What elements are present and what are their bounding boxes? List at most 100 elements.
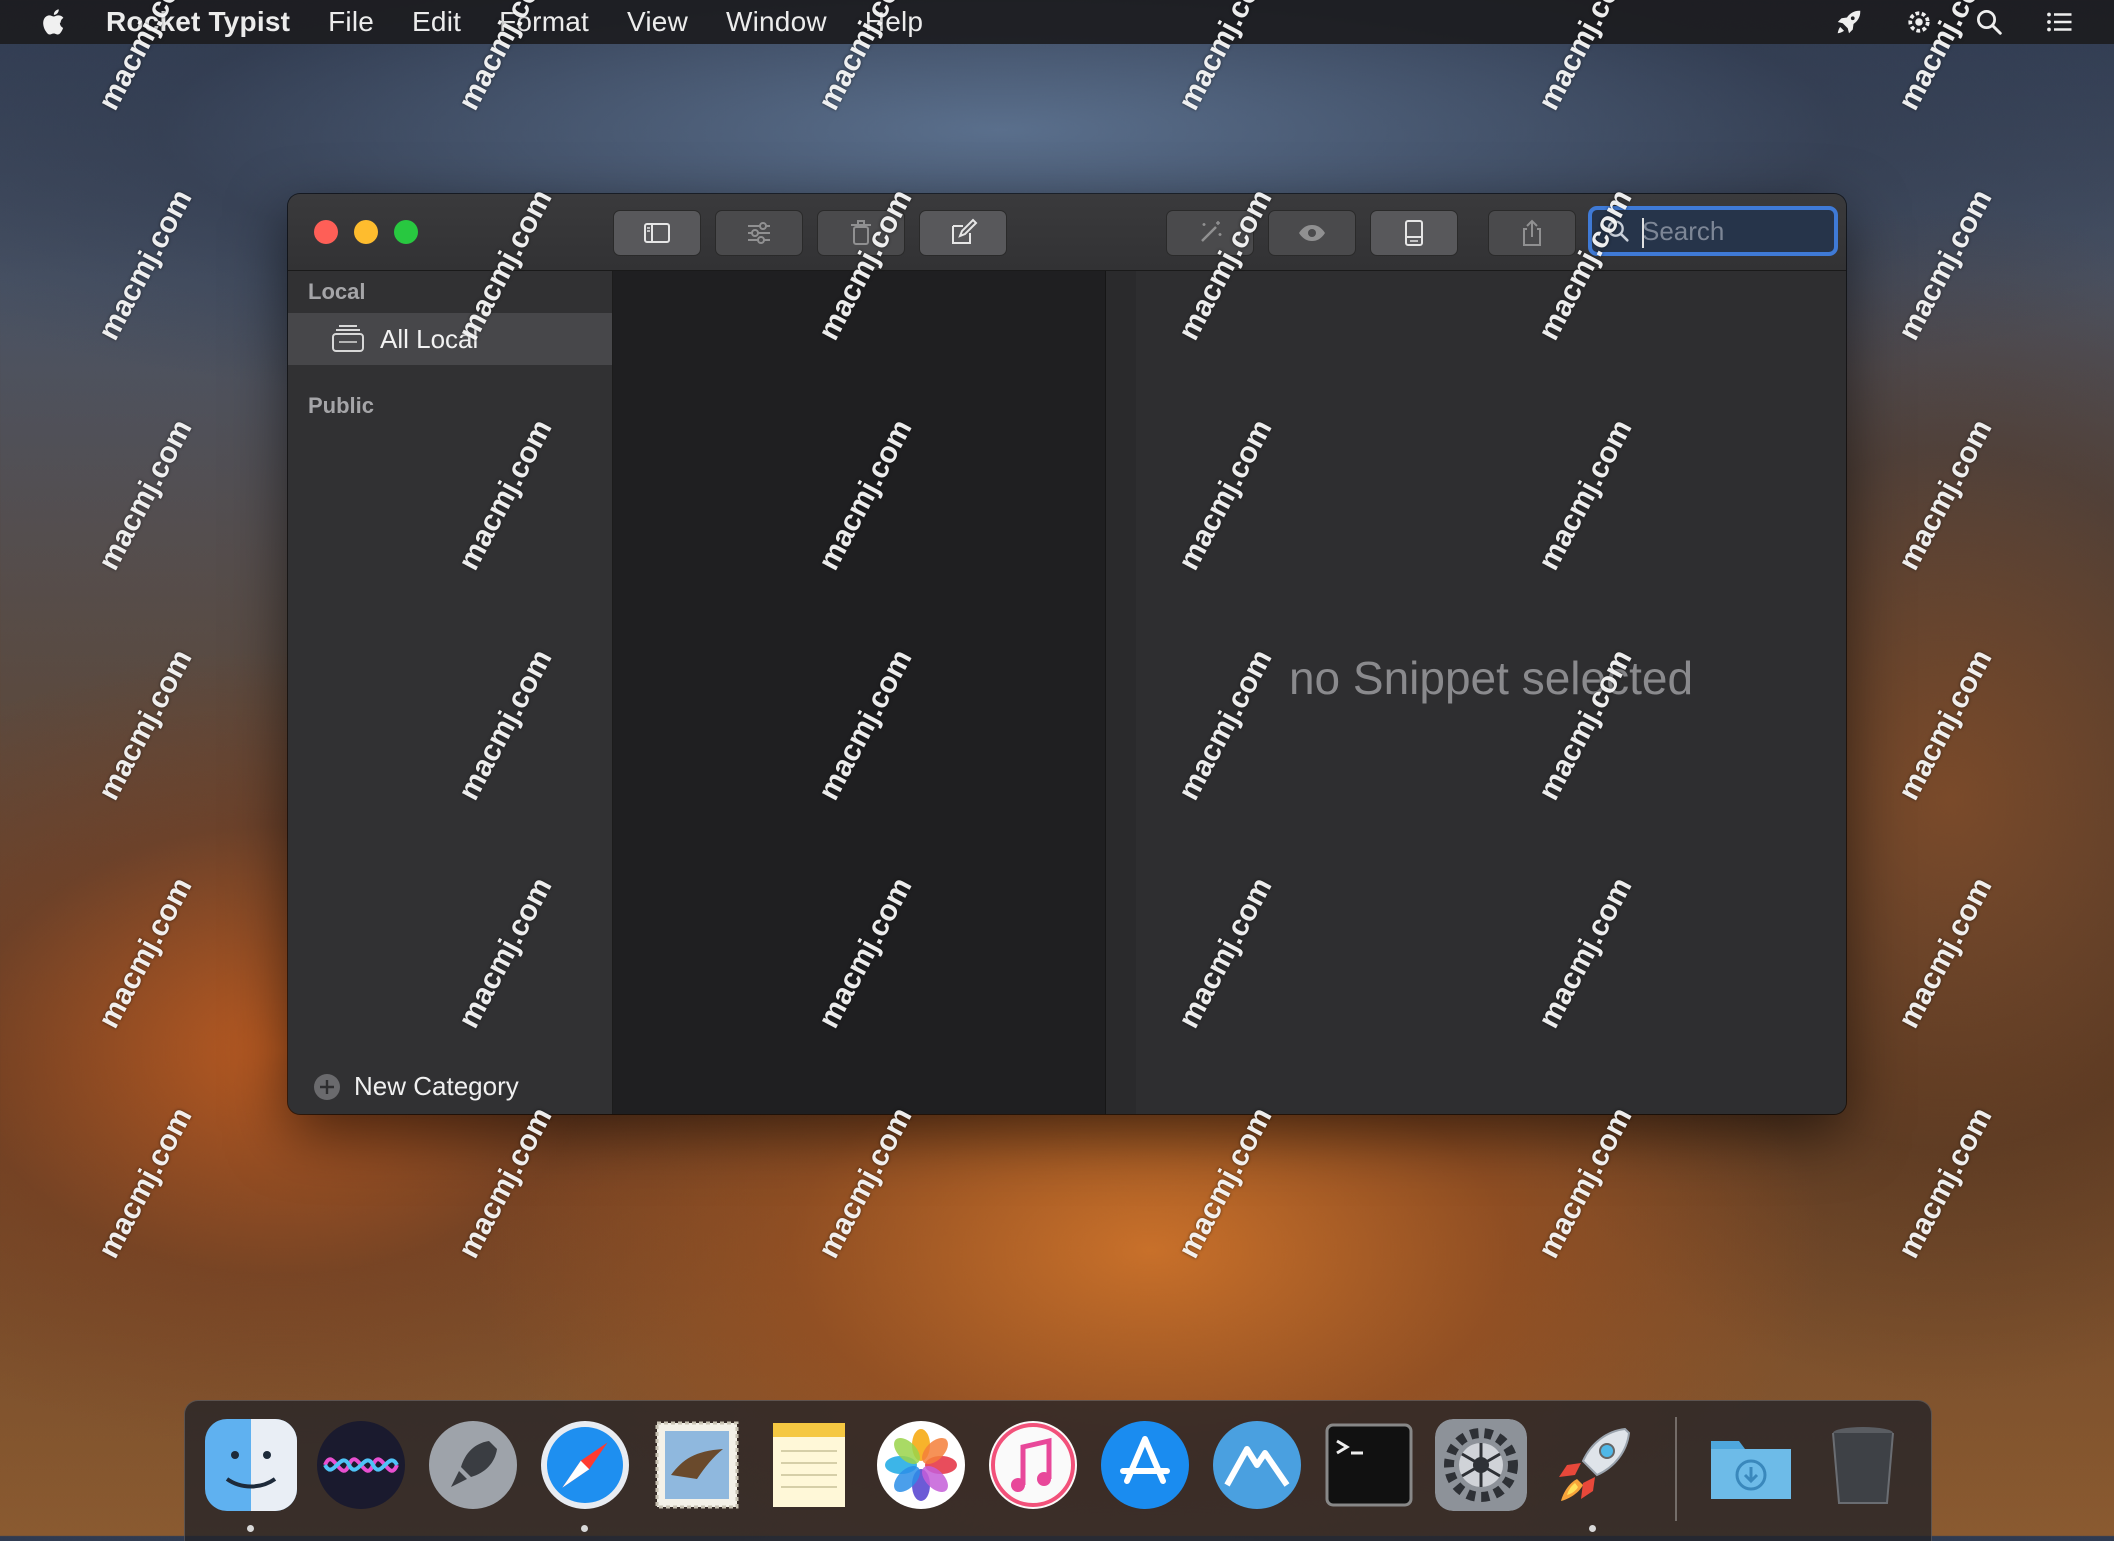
menu-edit[interactable]: Edit (412, 6, 461, 38)
watermark-text: macmj.com (1532, 1102, 1639, 1264)
finder-icon (205, 1419, 297, 1511)
new-snippet-button[interactable] (919, 210, 1007, 256)
watermark-text: macmj.com (92, 644, 199, 806)
apple-menu-icon[interactable] (40, 7, 70, 37)
panel-bottom-icon (1405, 220, 1423, 246)
toggle-sidebar-button[interactable] (613, 210, 701, 256)
dock-itunes[interactable] (987, 1419, 1079, 1511)
menu-view[interactable]: View (627, 6, 688, 38)
dock-running-indicator (247, 1525, 254, 1532)
menu-format[interactable]: Format (499, 6, 589, 38)
dock (184, 1400, 1932, 1541)
music-note-icon (989, 1421, 1077, 1509)
plus-circle-icon (314, 1073, 340, 1100)
rocket-status-icon[interactable] (1834, 7, 1864, 37)
magic-button[interactable] (1166, 210, 1254, 256)
minimize-button[interactable] (354, 220, 378, 244)
sidebar-item-label: All Local (380, 323, 479, 354)
safari-compass-icon (541, 1421, 629, 1509)
magic-wand-icon (1201, 221, 1222, 242)
text-caret (1642, 218, 1644, 248)
dock-running-indicator (1589, 1525, 1596, 1532)
toggle-bottom-panel-button[interactable] (1370, 210, 1458, 256)
watermark-text: macmj.com (1892, 872, 1999, 1034)
dock-downloads-folder[interactable] (1705, 1419, 1797, 1511)
watermark-text: macmj.com (1892, 184, 1999, 346)
dock-notes[interactable] (763, 1419, 855, 1511)
stack-icon (332, 325, 364, 352)
close-button[interactable] (314, 220, 338, 244)
watermark-text: macmj.com (1892, 414, 1999, 576)
dock-running-indicator (581, 1525, 588, 1532)
search-input[interactable] (1640, 214, 1824, 248)
watermark-text: macmj.com (92, 1102, 199, 1264)
title-bar (288, 194, 1846, 271)
mail-stamp-icon (655, 1421, 739, 1509)
notification-center-icon[interactable] (2044, 7, 2074, 37)
settings-sliders-button[interactable] (715, 210, 803, 256)
app-store-icon (1101, 1421, 1189, 1509)
search-icon (1607, 220, 1629, 242)
sidebar-toggle-icon (644, 223, 670, 243)
rocket-typist-window: Local All Local Public New Category no S… (288, 194, 1846, 1114)
dock-instruments[interactable] (1211, 1419, 1303, 1511)
dock-app-store[interactable] (1099, 1419, 1191, 1511)
sliders-icon (748, 222, 770, 244)
dock-system-preferences[interactable] (1435, 1419, 1527, 1511)
sidebar-item-all-local[interactable]: All Local (288, 313, 612, 365)
status-menus (1834, 0, 2074, 44)
search-field[interactable] (1588, 206, 1838, 256)
watermark-text: macmj.com (92, 414, 199, 576)
section-local-label: Local (308, 279, 366, 304)
downloads-folder-icon (1711, 1441, 1791, 1499)
dock-safari[interactable] (539, 1419, 631, 1511)
delete-button[interactable] (817, 210, 905, 256)
gear-icon (1435, 1419, 1527, 1511)
watermark-text: macmj.com (1172, 1102, 1279, 1264)
dock-mail[interactable] (651, 1419, 743, 1511)
dock-finder[interactable] (205, 1419, 297, 1511)
share-icon (1523, 219, 1541, 246)
menu-help[interactable]: Help (865, 6, 923, 38)
terminal-prompt-icon (1325, 1423, 1413, 1507)
watermark-text: macmj.com (92, 184, 199, 346)
empty-state-message: no Snippet selected (1288, 652, 1694, 704)
watermark-text: macmj.com (1892, 644, 1999, 806)
eye-icon (1299, 225, 1325, 241)
dock-rocket-typist[interactable] (1547, 1419, 1639, 1511)
category-sidebar: Local All Local Public New Category (288, 271, 613, 1114)
watermark-text: macmj.com (1892, 1102, 1999, 1264)
share-button[interactable] (1488, 210, 1576, 256)
notes-pad-icon (773, 1423, 845, 1507)
siri-icon (317, 1421, 405, 1509)
new-category-button[interactable]: New Category (312, 1071, 519, 1102)
snippet-list[interactable] (613, 271, 1105, 1114)
spotlight-search-icon[interactable] (1974, 7, 2004, 37)
menu-app-name[interactable]: Rocket Typist (106, 6, 290, 38)
compose-icon (952, 218, 978, 244)
launchpad-rocket-icon (429, 1421, 517, 1509)
mountain-peaks-icon (1213, 1421, 1301, 1509)
menu-bar: Rocket Typist File Edit Format View Wind… (0, 0, 2114, 44)
rocket-icon (1559, 1427, 1631, 1501)
dock-launchpad[interactable] (427, 1419, 519, 1511)
snippet-detail-pane: no Snippet selected (1136, 271, 1846, 1114)
menu-window[interactable]: Window (726, 6, 827, 38)
new-category-label: New Category (354, 1071, 519, 1101)
watermark-text: macmj.com (452, 1102, 559, 1264)
dock-photos[interactable] (875, 1419, 967, 1511)
zoom-button[interactable] (394, 220, 418, 244)
dock-separator (1675, 1417, 1677, 1521)
menu-file[interactable]: File (328, 6, 374, 38)
dock-trash[interactable] (1817, 1419, 1909, 1511)
list-divider[interactable] (1105, 271, 1137, 1114)
dock-siri[interactable] (315, 1419, 407, 1511)
trash-icon (851, 220, 871, 245)
section-public-label: Public (308, 393, 375, 418)
preview-button[interactable] (1268, 210, 1356, 256)
dock-terminal[interactable] (1323, 1419, 1415, 1511)
watermark-text: macmj.com (812, 1102, 919, 1264)
gear-status-icon[interactable] (1904, 7, 1934, 37)
watermark-text: macmj.com (92, 872, 199, 1034)
trash-can-icon (1832, 1427, 1894, 1504)
